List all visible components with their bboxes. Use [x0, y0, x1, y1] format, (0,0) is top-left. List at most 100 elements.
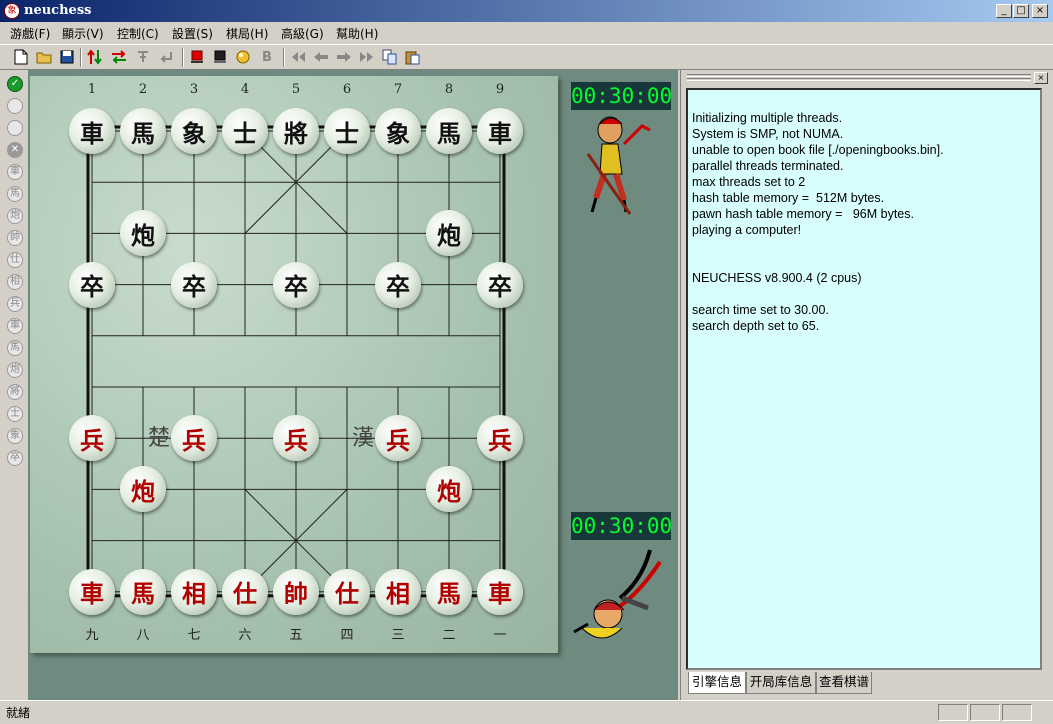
red-player-avatar — [572, 548, 672, 651]
piece-sidebar: ✓ ✕ 車馬炮帥仕相兵車馬炮將士象卒 — [4, 76, 26, 476]
prev-move-icon[interactable] — [312, 48, 330, 66]
black-piece[interactable]: 卒 — [375, 261, 421, 308]
close-button[interactable]: × — [1032, 4, 1048, 18]
black-piece[interactable]: 車 — [477, 108, 523, 154]
sidebar-tool-icon[interactable] — [7, 98, 23, 114]
sidebar-tool-icon[interactable]: 象 — [7, 428, 23, 444]
console-line: parallel threads terminated. — [692, 159, 844, 173]
black-piece[interactable]: 象 — [375, 108, 421, 154]
sidebar-tool-icon[interactable]: 帥 — [7, 230, 23, 246]
xiangqi-board[interactable]: 楚 河 漢 界 123456789九八七六五四三二一車馬象士將士象馬車炮炮卒卒卒… — [30, 76, 558, 653]
black-piece[interactable]: 卒 — [273, 261, 319, 308]
red-piece[interactable]: 兵 — [171, 415, 217, 462]
sidebar-tool-icon[interactable] — [7, 120, 23, 136]
copy-icon[interactable] — [381, 48, 399, 66]
console-line: Initializing multiple threads. — [692, 111, 843, 125]
sidebar-tool-icon[interactable]: ✓ — [7, 76, 23, 92]
sidebar-tool-icon[interactable]: 士 — [7, 406, 23, 422]
sidebar-tool-icon[interactable]: 仕 — [7, 252, 23, 268]
maximize-button[interactable]: □ — [1013, 4, 1029, 18]
minimize-button[interactable]: _ — [996, 4, 1012, 18]
red-piece[interactable]: 兵 — [273, 415, 319, 462]
sidebar-tool-icon[interactable]: 相 — [7, 274, 23, 290]
red-piece[interactable]: 車 — [69, 568, 115, 615]
sidebar-tool-icon[interactable]: 卒 — [7, 450, 23, 466]
black-piece[interactable]: 象 — [171, 108, 217, 154]
red-piece[interactable]: 車 — [477, 568, 523, 615]
sidebar-tool-icon[interactable]: 炮 — [7, 208, 23, 224]
first-move-icon[interactable] — [289, 48, 307, 66]
undo-enter-icon[interactable] — [157, 48, 175, 66]
sidebar-tool-icon[interactable]: 車 — [7, 318, 23, 334]
last-move-icon[interactable] — [358, 48, 376, 66]
red-piece[interactable]: 兵 — [69, 415, 115, 462]
save-icon[interactable] — [58, 48, 76, 66]
file-number-top: 9 — [495, 82, 505, 97]
black-side-icon[interactable] — [211, 48, 229, 66]
menu-game[interactable]: 游戲(F) — [10, 25, 50, 42]
menu-settings[interactable]: 設置(S) — [172, 25, 213, 42]
red-piece[interactable]: 馬 — [426, 568, 472, 615]
red-piece[interactable]: 馬 — [120, 568, 166, 615]
next-move-icon[interactable] — [335, 48, 353, 66]
file-number-bottom: 八 — [136, 628, 150, 643]
flip-vertical-icon[interactable] — [86, 48, 104, 66]
swap-sides-icon[interactable] — [110, 48, 128, 66]
engine-output-console[interactable]: Initializing multiple threads. System is … — [686, 88, 1042, 670]
console-line: playing a computer! — [692, 223, 802, 237]
black-piece[interactable]: 卒 — [69, 261, 115, 308]
file-number-top: 2 — [138, 82, 148, 97]
black-piece[interactable]: 士 — [324, 108, 370, 154]
tab-opening-book-info[interactable]: 开局库信息 — [746, 672, 816, 694]
sidebar-tool-icon[interactable]: 炮 — [7, 362, 23, 378]
engine-ball-icon[interactable] — [234, 48, 252, 66]
black-player-avatar — [584, 114, 654, 221]
red-side-icon[interactable] — [188, 48, 206, 66]
console-line: search time set to 30.00. — [692, 303, 829, 317]
menu-advanced[interactable]: 高級(G) — [281, 25, 324, 42]
status-text: 就緒 — [6, 706, 31, 720]
red-piece[interactable]: 兵 — [375, 415, 421, 462]
red-piece[interactable]: 帥 — [273, 568, 319, 615]
tab-engine-info[interactable]: 引擎信息 — [688, 672, 746, 694]
menu-control[interactable]: 控制(C) — [117, 25, 159, 42]
file-number-top: 6 — [342, 82, 352, 97]
app-icon: 象 — [4, 3, 20, 19]
sidebar-tool-icon[interactable]: 兵 — [7, 296, 23, 312]
board-grid — [86, 125, 506, 598]
menu-help[interactable]: 幫助(H) — [336, 25, 378, 42]
black-piece[interactable]: 車 — [69, 108, 115, 154]
pane-close-button[interactable]: × — [1034, 72, 1048, 84]
red-piece[interactable]: 仕 — [324, 568, 370, 615]
tab-view-game-record[interactable]: 查看棋谱 — [816, 672, 872, 694]
red-piece[interactable]: 相 — [375, 568, 421, 615]
sidebar-tool-icon[interactable]: 將 — [7, 384, 23, 400]
sidebar-tool-icon[interactable]: 馬 — [7, 186, 23, 202]
file-number-bottom: 六 — [238, 628, 252, 643]
sidebar-tool-icon[interactable]: 車 — [7, 164, 23, 180]
menu-game-record[interactable]: 棋局(H) — [226, 25, 268, 42]
black-piece[interactable]: 卒 — [477, 261, 523, 308]
black-piece[interactable]: 馬 — [120, 108, 166, 154]
bold-b-icon[interactable]: B — [258, 48, 276, 66]
black-piece[interactable]: 士 — [222, 108, 268, 154]
file-number-bottom: 七 — [187, 628, 201, 643]
hint-icon[interactable] — [134, 48, 152, 66]
red-piece[interactable]: 兵 — [477, 415, 523, 462]
sidebar-tool-icon[interactable]: 馬 — [7, 340, 23, 356]
black-piece[interactable]: 卒 — [171, 261, 217, 308]
new-file-icon[interactable] — [12, 48, 30, 66]
sidebar-tool-icon[interactable]: ✕ — [7, 142, 23, 158]
paste-icon[interactable] — [404, 48, 422, 66]
open-folder-icon[interactable] — [35, 48, 53, 66]
file-number-bottom: 二 — [442, 628, 456, 643]
console-line: System is SMP, not NUMA. — [692, 127, 844, 141]
file-number-bottom: 一 — [493, 628, 507, 643]
black-piece[interactable]: 馬 — [426, 108, 472, 154]
black-piece[interactable]: 將 — [273, 108, 319, 154]
red-piece[interactable]: 相 — [171, 568, 217, 615]
console-line: max threads set to 2 — [692, 175, 806, 189]
menu-view[interactable]: 顯示(V) — [62, 25, 104, 42]
red-piece[interactable]: 仕 — [222, 568, 268, 615]
